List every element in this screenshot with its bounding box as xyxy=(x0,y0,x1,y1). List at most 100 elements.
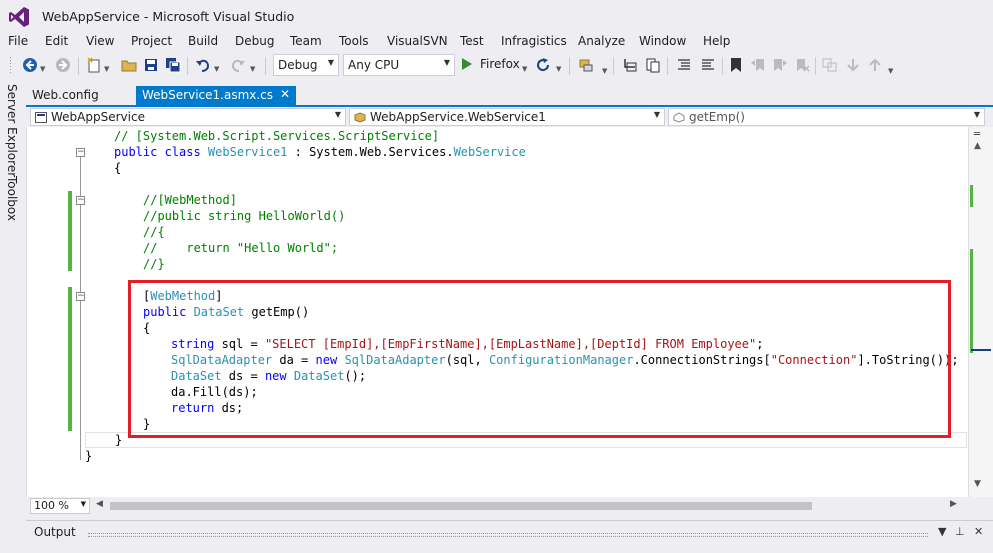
menu-file[interactable]: File xyxy=(8,34,28,48)
menu-debug[interactable]: Debug xyxy=(235,34,274,48)
menu-view[interactable]: View xyxy=(86,34,114,48)
svn-commit-icon[interactable] xyxy=(867,57,883,73)
chevron-down-icon[interactable]: ▼ xyxy=(556,65,561,73)
solution-platform-select[interactable]: Any CPU ▼ xyxy=(343,54,455,76)
menu-window[interactable]: Window xyxy=(639,34,686,48)
output-panel: Output ▼ ⊥ ✕ xyxy=(26,520,993,553)
menu-build[interactable]: Build xyxy=(188,34,218,48)
save-all-icon[interactable] xyxy=(165,57,181,73)
navigate-forward-icon[interactable] xyxy=(55,57,71,73)
menu-project[interactable]: Project xyxy=(131,34,172,48)
collapse-toggle-icon[interactable]: − xyxy=(76,196,85,205)
menu-visualsvn[interactable]: VisualSVN xyxy=(387,34,448,48)
chevron-down-icon[interactable]: ▼ xyxy=(522,65,527,73)
change-marker xyxy=(970,249,973,353)
scroll-up-icon[interactable]: ▲ xyxy=(974,141,981,151)
new-project-icon[interactable] xyxy=(86,57,102,73)
class-icon xyxy=(354,112,366,123)
toolbar-separator xyxy=(667,57,668,75)
zoom-value: 100 % xyxy=(34,499,69,512)
svn-update-icon[interactable] xyxy=(845,57,861,73)
open-file-icon[interactable] xyxy=(121,57,137,73)
solution-configuration-select[interactable]: Debug ▼ xyxy=(273,54,339,76)
close-icon[interactable]: ✕ xyxy=(280,87,290,101)
code-line: //[WebMethod] xyxy=(143,192,237,208)
chevron-down-icon[interactable]: ▼ xyxy=(214,65,219,73)
chevron-down-icon: ▼ xyxy=(334,110,341,119)
svn-compare-icon[interactable] xyxy=(822,57,838,73)
previous-bookmark-icon[interactable] xyxy=(750,57,766,73)
next-bookmark-icon[interactable] xyxy=(772,57,788,73)
csharp-project-icon xyxy=(35,112,47,123)
chevron-down-icon[interactable]: ▼ xyxy=(250,65,255,73)
type-select[interactable]: WebAppService.WebService1 ▼ xyxy=(349,108,665,126)
code-comment: //public string HelloWorld() xyxy=(143,209,346,223)
find-in-files-icon[interactable] xyxy=(645,57,661,73)
toolbar-grip[interactable] xyxy=(10,57,11,75)
clear-bookmarks-icon[interactable] xyxy=(794,57,810,73)
code-line: //public string HelloWorld() xyxy=(143,208,345,224)
code-text: : System.Web.Services. xyxy=(287,145,454,159)
project-select[interactable]: WebAppService ▼ xyxy=(30,108,346,126)
redo-icon[interactable] xyxy=(230,57,246,73)
menu-bar: File Edit View Project Build Debug Team … xyxy=(0,32,993,52)
scroll-down-icon[interactable]: ▼ xyxy=(974,479,981,489)
split-window-icon[interactable]: ═ xyxy=(974,129,980,140)
solution-configuration-value: Debug xyxy=(278,58,318,72)
collapse-toggle-icon[interactable]: − xyxy=(76,292,85,301)
code-text: } xyxy=(85,449,93,463)
menu-test[interactable]: Test xyxy=(460,34,484,48)
outline-guide xyxy=(80,203,81,267)
navigate-back-icon[interactable] xyxy=(22,57,38,73)
comment-lines-icon[interactable] xyxy=(676,57,692,73)
pin-icon[interactable]: ⊥ xyxy=(955,525,965,538)
toolbar-separator xyxy=(78,57,79,75)
toolbar-separator xyxy=(613,57,614,75)
refresh-icon[interactable] xyxy=(535,57,551,73)
chevron-down-icon[interactable]: ▼ xyxy=(602,67,607,75)
toolbar-overflow-icon[interactable]: ▼ xyxy=(888,67,893,75)
menu-edit[interactable]: Edit xyxy=(45,34,68,48)
start-browser-label: Firefox xyxy=(480,57,520,71)
code-comment: // [System.Web.Script.Services.ScriptSer… xyxy=(114,129,440,143)
step-into-icon[interactable] xyxy=(622,57,638,73)
chevron-down-icon: ▼ xyxy=(973,110,980,119)
toolbar-separator xyxy=(815,57,816,75)
menu-tools[interactable]: Tools xyxy=(339,34,369,48)
caret-position-marker xyxy=(971,349,991,351)
chevron-down-icon[interactable]: ▼ xyxy=(40,65,45,73)
change-indicator xyxy=(68,287,72,431)
code-editor[interactable]: − − − // [System.Web.Script.Services.Scr… xyxy=(26,127,968,497)
bookmark-icon[interactable] xyxy=(728,57,744,73)
code-type: WebService1 xyxy=(207,145,288,159)
browser-link-icon[interactable] xyxy=(578,57,594,73)
menu-infragistics[interactable]: Infragistics xyxy=(501,34,567,48)
zoom-select[interactable]: 100 % ▼ xyxy=(30,498,90,514)
scroll-left-icon[interactable]: ◀ xyxy=(96,499,103,509)
vertical-scrollbar[interactable]: ═ ▲ ▼ xyxy=(968,127,993,497)
collapse-toggle-icon[interactable]: − xyxy=(76,148,85,157)
horizontal-scrollbar[interactable]: 100 % ▼ ◀ ▶ xyxy=(26,497,968,515)
tab-webservice1-asmx-cs[interactable]: WebService1.asmx.cs ✕ xyxy=(136,86,296,106)
change-marker xyxy=(970,185,973,207)
server-explorer-tab[interactable]: Server Explorer xyxy=(5,84,19,177)
menu-team[interactable]: Team xyxy=(290,34,322,48)
chevron-down-icon[interactable]: ▼ xyxy=(938,525,946,538)
close-icon[interactable]: ✕ xyxy=(974,525,983,538)
toolbox-tab[interactable]: Toolbox xyxy=(5,176,19,221)
scroll-right-icon[interactable]: ▶ xyxy=(950,499,957,509)
code-line: } xyxy=(85,448,92,464)
chevron-down-icon[interactable]: ▼ xyxy=(104,65,109,73)
panel-header-grip xyxy=(88,533,928,537)
type-select-value: WebAppService.WebService1 xyxy=(370,110,546,124)
visual-studio-logo-icon xyxy=(9,7,29,27)
uncomment-lines-icon[interactable] xyxy=(700,57,716,73)
save-icon[interactable] xyxy=(143,57,159,73)
menu-analyze[interactable]: Analyze xyxy=(578,34,625,48)
scrollbar-thumb[interactable] xyxy=(110,502,812,510)
member-select[interactable]: getEmp() ▼ xyxy=(668,108,985,126)
toolbar-separator xyxy=(265,57,266,75)
menu-help[interactable]: Help xyxy=(703,34,730,48)
tab-web-config[interactable]: Web.config xyxy=(26,86,126,106)
undo-icon[interactable] xyxy=(195,57,211,73)
